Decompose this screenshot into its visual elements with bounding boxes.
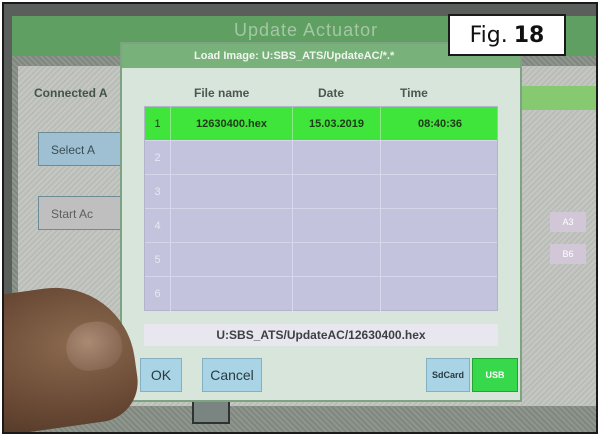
time-cell xyxy=(381,209,499,242)
file-name-cell xyxy=(171,243,293,276)
figure-label: Fig. 18 xyxy=(448,14,566,56)
row-number: 4 xyxy=(145,209,171,242)
time-cell xyxy=(381,141,499,174)
file-name-cell xyxy=(171,209,293,242)
usb-button[interactable]: USB xyxy=(472,358,518,392)
file-name-cell: 12630400.hex xyxy=(171,107,293,140)
sdcard-button[interactable]: SdCard xyxy=(426,358,470,392)
table-row[interactable]: 6 xyxy=(145,277,497,311)
file-name-cell xyxy=(171,141,293,174)
photo-frame: Update Actuator Connected A Select A Sta… xyxy=(2,2,598,434)
date-cell: 15.03.2019 xyxy=(293,107,381,140)
date-cell xyxy=(293,243,381,276)
date-cell xyxy=(293,209,381,242)
load-image-dialog: Load Image: U:SBS_ATS/UpdateAC/*.* File … xyxy=(120,42,522,402)
figure-label-text: Fig. xyxy=(469,22,508,48)
cancel-button[interactable]: Cancel xyxy=(202,358,262,392)
row-number: 2 xyxy=(145,141,171,174)
ok-button[interactable]: OK xyxy=(140,358,182,392)
row-number: 5 xyxy=(145,243,171,276)
table-row-selected[interactable]: 1 12630400.hex 15.03.2019 08:40:36 xyxy=(145,107,497,141)
background-title: Update Actuator xyxy=(234,20,379,40)
indicator-a3: A3 xyxy=(550,212,586,232)
file-name-cell xyxy=(171,277,293,311)
date-cell xyxy=(293,141,381,174)
column-header-file-name: File name xyxy=(194,86,250,100)
date-cell xyxy=(293,277,381,311)
row-number: 6 xyxy=(145,277,171,311)
table-row[interactable]: 4 xyxy=(145,209,497,243)
selected-path: U:SBS_ATS/UpdateAC/12630400.hex xyxy=(144,324,498,346)
table-row[interactable]: 2 xyxy=(145,141,497,175)
date-cell xyxy=(293,175,381,208)
table-row[interactable]: 3 xyxy=(145,175,497,209)
time-cell xyxy=(381,243,499,276)
time-cell: 08:40:36 xyxy=(417,117,463,130)
time-cell xyxy=(381,277,499,311)
file-table: 1 12630400.hex 15.03.2019 08:40:36 2 3 4 xyxy=(144,106,498,311)
connected-label: Connected A xyxy=(34,86,108,100)
column-header-date: Date xyxy=(318,86,345,100)
row-number: 3 xyxy=(145,175,171,208)
row-number: 1 xyxy=(145,107,171,140)
time-cell xyxy=(381,175,499,208)
file-name-cell xyxy=(171,175,293,208)
column-header-time: Time xyxy=(400,86,428,100)
indicator-b6: B6 xyxy=(550,244,586,264)
table-row[interactable]: 5 xyxy=(145,243,497,277)
figure-number: 18 xyxy=(513,22,545,48)
